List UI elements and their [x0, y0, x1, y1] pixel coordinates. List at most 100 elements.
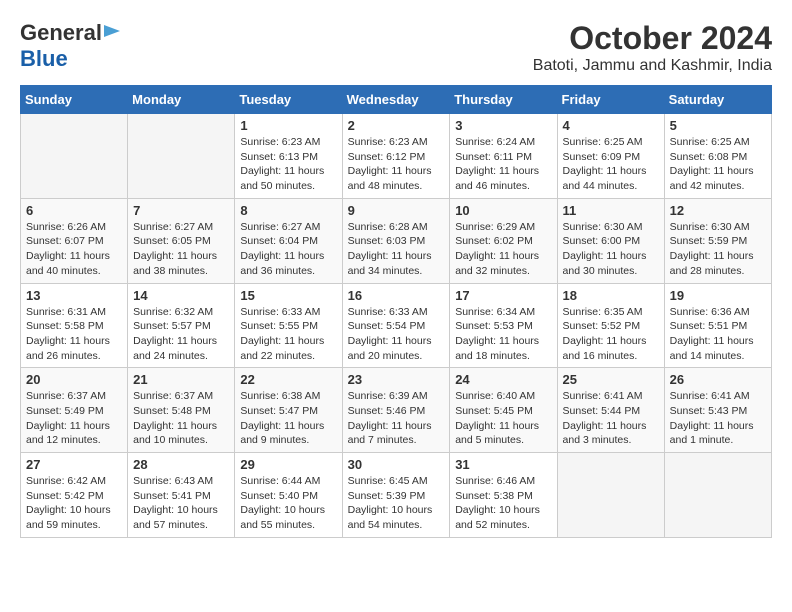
day-number: 10: [455, 203, 551, 218]
day-info: Sunrise: 6:46 AMSunset: 5:38 PMDaylight:…: [455, 474, 551, 533]
title-block: October 2024 Batoti, Jammu and Kashmir, …: [533, 20, 772, 75]
day-info: Sunrise: 6:35 AMSunset: 5:52 PMDaylight:…: [563, 305, 659, 364]
calendar-cell: 17Sunrise: 6:34 AMSunset: 5:53 PMDayligh…: [450, 283, 557, 368]
column-header-tuesday: Tuesday: [235, 86, 342, 114]
day-number: 8: [240, 203, 336, 218]
day-info: Sunrise: 6:23 AMSunset: 6:12 PMDaylight:…: [348, 135, 445, 194]
day-info: Sunrise: 6:33 AMSunset: 5:55 PMDaylight:…: [240, 305, 336, 364]
day-info: Sunrise: 6:31 AMSunset: 5:58 PMDaylight:…: [26, 305, 122, 364]
logo-general-text: General: [20, 20, 102, 46]
day-info: Sunrise: 6:45 AMSunset: 5:39 PMDaylight:…: [348, 474, 445, 533]
day-number: 3: [455, 118, 551, 133]
column-header-sunday: Sunday: [21, 86, 128, 114]
day-info: Sunrise: 6:40 AMSunset: 5:45 PMDaylight:…: [455, 389, 551, 448]
day-info: Sunrise: 6:32 AMSunset: 5:57 PMDaylight:…: [133, 305, 229, 364]
day-info: Sunrise: 6:37 AMSunset: 5:49 PMDaylight:…: [26, 389, 122, 448]
day-info: Sunrise: 6:41 AMSunset: 5:43 PMDaylight:…: [670, 389, 766, 448]
day-number: 14: [133, 288, 229, 303]
calendar-cell: 11 Sunrise: 6:30 AMSunset: 6:00 PMDayligh…: [557, 198, 664, 283]
calendar-cell: [128, 114, 235, 199]
day-info: Sunrise: 6:23 AMSunset: 6:13 PMDaylight:…: [240, 135, 336, 194]
calendar-cell: 15 Sunrise: 6:33 AMSunset: 5:55 PMDayligh…: [235, 283, 342, 368]
logo-blue-text: Blue: [20, 46, 68, 71]
day-number: 20: [26, 372, 122, 387]
calendar-cell: 23Sunrise: 6:39 AMSunset: 5:46 PMDayligh…: [342, 368, 450, 453]
page-header: General Blue October 2024 Batoti, Jammu …: [20, 20, 772, 75]
calendar-cell: 13 Sunrise: 6:31 AMSunset: 5:58 PMDayligh…: [21, 283, 128, 368]
calendar-week-row: 13 Sunrise: 6:31 AMSunset: 5:58 PMDayligh…: [21, 283, 772, 368]
calendar-cell: 2 Sunrise: 6:23 AMSunset: 6:12 PMDaylight…: [342, 114, 450, 199]
day-number: 2: [348, 118, 445, 133]
calendar-cell: 27Sunrise: 6:42 AMSunset: 5:42 PMDayligh…: [21, 453, 128, 538]
day-info: Sunrise: 6:25 AMSunset: 6:08 PMDaylight:…: [670, 135, 766, 194]
day-info: Sunrise: 6:30 AMSunset: 5:59 PMDaylight:…: [670, 220, 766, 279]
day-info: Sunrise: 6:43 AMSunset: 5:41 PMDaylight:…: [133, 474, 229, 533]
day-number: 11: [563, 203, 659, 218]
calendar-cell: 3 Sunrise: 6:24 AMSunset: 6:11 PMDaylight…: [450, 114, 557, 199]
calendar-cell: 30 Sunrise: 6:45 AMSunset: 5:39 PMDayligh…: [342, 453, 450, 538]
calendar-cell: 8 Sunrise: 6:27 AMSunset: 6:04 PMDaylight…: [235, 198, 342, 283]
day-number: 26: [670, 372, 766, 387]
calendar-cell: 19 Sunrise: 6:36 AMSunset: 5:51 PMDayligh…: [664, 283, 771, 368]
calendar-cell: 28Sunrise: 6:43 AMSunset: 5:41 PMDayligh…: [128, 453, 235, 538]
day-number: 6: [26, 203, 122, 218]
day-number: 24: [455, 372, 551, 387]
calendar-cell: 5Sunrise: 6:25 AMSunset: 6:08 PMDaylight…: [664, 114, 771, 199]
day-number: 21: [133, 372, 229, 387]
day-info: Sunrise: 6:27 AMSunset: 6:04 PMDaylight:…: [240, 220, 336, 279]
month-year: October 2024: [533, 20, 772, 57]
calendar-cell: 22Sunrise: 6:38 AMSunset: 5:47 PMDayligh…: [235, 368, 342, 453]
location: Batoti, Jammu and Kashmir, India: [533, 57, 772, 75]
day-info: Sunrise: 6:30 AMSunset: 6:00 PMDaylight:…: [563, 220, 659, 279]
calendar-week-row: 6Sunrise: 6:26 AMSunset: 6:07 PMDaylight…: [21, 198, 772, 283]
logo: General Blue: [20, 20, 124, 72]
column-header-thursday: Thursday: [450, 86, 557, 114]
calendar-cell: 25 Sunrise: 6:41 AMSunset: 5:44 PMDayligh…: [557, 368, 664, 453]
day-number: 12: [670, 203, 766, 218]
calendar-cell: 26 Sunrise: 6:41 AMSunset: 5:43 PMDayligh…: [664, 368, 771, 453]
calendar-cell: [664, 453, 771, 538]
calendar-cell: 7Sunrise: 6:27 AMSunset: 6:05 PMDaylight…: [128, 198, 235, 283]
day-number: 18: [563, 288, 659, 303]
day-number: 15: [240, 288, 336, 303]
column-header-friday: Friday: [557, 86, 664, 114]
calendar-cell: 1 Sunrise: 6:23 AMSunset: 6:13 PMDaylight…: [235, 114, 342, 199]
day-number: 13: [26, 288, 122, 303]
day-info: Sunrise: 6:36 AMSunset: 5:51 PMDaylight:…: [670, 305, 766, 364]
calendar-cell: 20 Sunrise: 6:37 AMSunset: 5:49 PMDayligh…: [21, 368, 128, 453]
calendar-header-row: SundayMondayTuesdayWednesdayThursdayFrid…: [21, 86, 772, 114]
day-number: 19: [670, 288, 766, 303]
column-header-monday: Monday: [128, 86, 235, 114]
day-info: Sunrise: 6:41 AMSunset: 5:44 PMDaylight:…: [563, 389, 659, 448]
day-number: 7: [133, 203, 229, 218]
day-info: Sunrise: 6:39 AMSunset: 5:46 PMDaylight:…: [348, 389, 445, 448]
calendar-cell: 9 Sunrise: 6:28 AMSunset: 6:03 PMDaylight…: [342, 198, 450, 283]
day-number: 25: [563, 372, 659, 387]
day-number: 4: [563, 118, 659, 133]
day-info: Sunrise: 6:25 AMSunset: 6:09 PMDaylight:…: [563, 135, 659, 194]
calendar-cell: 18 Sunrise: 6:35 AMSunset: 5:52 PMDayligh…: [557, 283, 664, 368]
day-number: 9: [348, 203, 445, 218]
day-number: 29: [240, 457, 336, 472]
day-number: 16: [348, 288, 445, 303]
calendar-table: SundayMondayTuesdayWednesdayThursdayFrid…: [20, 85, 772, 538]
calendar-week-row: 1 Sunrise: 6:23 AMSunset: 6:13 PMDaylight…: [21, 114, 772, 199]
day-number: 31: [455, 457, 551, 472]
day-info: Sunrise: 6:37 AMSunset: 5:48 PMDaylight:…: [133, 389, 229, 448]
logo-arrow-icon: [104, 21, 124, 46]
calendar-cell: 21 Sunrise: 6:37 AMSunset: 5:48 PMDayligh…: [128, 368, 235, 453]
day-info: Sunrise: 6:38 AMSunset: 5:47 PMDaylight:…: [240, 389, 336, 448]
calendar-cell: 14 Sunrise: 6:32 AMSunset: 5:57 PMDayligh…: [128, 283, 235, 368]
column-header-wednesday: Wednesday: [342, 86, 450, 114]
day-number: 17: [455, 288, 551, 303]
day-number: 1: [240, 118, 336, 133]
calendar-cell: [557, 453, 664, 538]
day-info: Sunrise: 6:24 AMSunset: 6:11 PMDaylight:…: [455, 135, 551, 194]
calendar-cell: 29Sunrise: 6:44 AMSunset: 5:40 PMDayligh…: [235, 453, 342, 538]
day-number: 30: [348, 457, 445, 472]
day-info: Sunrise: 6:28 AMSunset: 6:03 PMDaylight:…: [348, 220, 445, 279]
calendar-cell: 6Sunrise: 6:26 AMSunset: 6:07 PMDaylight…: [21, 198, 128, 283]
calendar-cell: 12 Sunrise: 6:30 AMSunset: 5:59 PMDayligh…: [664, 198, 771, 283]
calendar-cell: 16Sunrise: 6:33 AMSunset: 5:54 PMDayligh…: [342, 283, 450, 368]
calendar-cell: 24 Sunrise: 6:40 AMSunset: 5:45 PMDayligh…: [450, 368, 557, 453]
